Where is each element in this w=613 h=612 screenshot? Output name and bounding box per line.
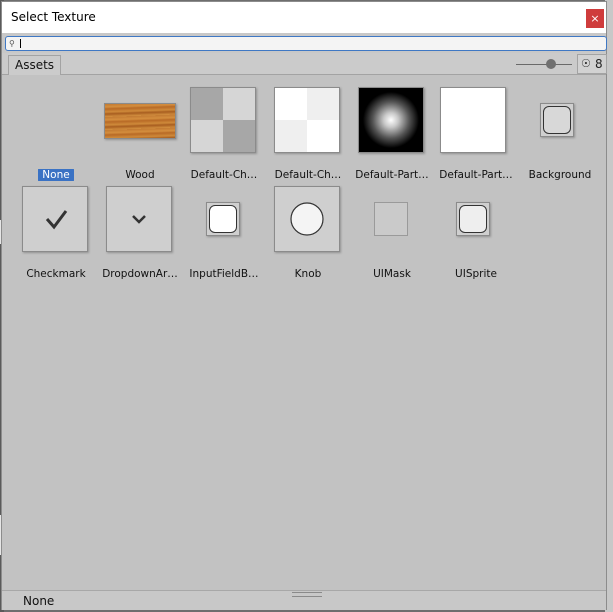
asset-item-knob[interactable]: Knob: [266, 186, 350, 282]
hidden-packages-toggle[interactable]: ☉ 8: [577, 54, 607, 74]
asset-label: Checkmark: [26, 268, 86, 280]
asset-grid: None Wood Default-Ch… Default-Ch… Defaul: [2, 75, 606, 590]
chevron-down-icon: [132, 215, 146, 224]
tab-assets[interactable]: Assets: [8, 55, 62, 75]
checker-white-thumbnail: [274, 87, 340, 153]
asset-item-uimask[interactable]: UIMask: [350, 186, 434, 282]
asset-item-default-checker-gray[interactable]: Default-Ch…: [182, 87, 266, 183]
checker-gray-thumbnail: [190, 87, 256, 153]
checkmark-icon: [45, 210, 68, 230]
search-input[interactable]: [24, 37, 584, 50]
eye-slash-icon: ☉: [581, 57, 591, 70]
window-title: Select Texture: [11, 10, 96, 24]
asset-item-default-particle[interactable]: Default-Part…: [350, 87, 434, 183]
uimask-thumbnail: [374, 202, 408, 236]
thumbnail-frame: [14, 186, 98, 262]
search-field[interactable]: ⚲: [5, 36, 607, 51]
asset-label: Default-Ch…: [190, 169, 258, 181]
asset-label: InputFieldB…: [189, 268, 259, 280]
thumbnail-frame: [266, 87, 350, 163]
asset-item-wood[interactable]: Wood: [98, 87, 182, 183]
none-thumbnail: [14, 87, 98, 163]
thumbnail-frame: [518, 87, 602, 163]
asset-label: None: [10, 169, 102, 181]
hidden-count: 8: [595, 57, 603, 71]
thumbnail-frame: [434, 87, 518, 163]
rounded-box-icon: [209, 205, 237, 233]
thumbnail-frame: [182, 186, 266, 262]
thumbnail-frame: [434, 186, 518, 262]
thumbnail-frame: [182, 87, 266, 163]
search-icon: ⚲: [9, 39, 15, 48]
knob-circle-icon: [290, 202, 324, 236]
wood-texture-thumbnail: [104, 103, 176, 139]
asset-item-checkmark[interactable]: Checkmark: [14, 186, 98, 282]
dropdown-arrow-thumbnail: [106, 186, 172, 252]
asset-item-uisprite[interactable]: UISprite: [434, 186, 518, 282]
asset-label: UISprite: [455, 268, 497, 280]
asset-item-dropdown-arrow[interactable]: DropdownAr…: [98, 186, 182, 282]
asset-label: Wood: [125, 169, 155, 181]
thumbnail-frame: [98, 87, 182, 163]
rounded-box-icon: [543, 106, 571, 134]
background-thumbnail: [540, 103, 574, 137]
thumbnail-frame: [266, 186, 350, 262]
title-bar[interactable]: Select Texture ×: [2, 2, 606, 33]
asset-label: Default-Part…: [439, 169, 513, 181]
asset-label: DropdownAr…: [102, 268, 178, 280]
resize-grip[interactable]: [292, 592, 322, 597]
text-caret: [20, 39, 21, 48]
search-row: ⚲: [2, 33, 607, 53]
thumbnail-frame: [98, 186, 182, 262]
inputfield-thumbnail: [206, 202, 240, 236]
size-slider-thumb[interactable]: [545, 59, 556, 69]
asset-item-none[interactable]: None: [14, 87, 98, 183]
asset-label: Knob: [294, 268, 322, 280]
asset-label: Background: [528, 169, 592, 181]
asset-item-default-particle-white[interactable]: Default-Part…: [434, 87, 518, 183]
status-bar: None: [2, 590, 606, 610]
asset-item-inputfield-background[interactable]: InputFieldB…: [182, 186, 266, 282]
checkmark-thumbnail: [22, 186, 88, 252]
particle-thumbnail: [358, 87, 424, 153]
thumbnail-frame: [350, 186, 434, 262]
size-slider-track[interactable]: [516, 64, 572, 65]
asset-label: Default-Ch…: [274, 169, 342, 181]
uisprite-thumbnail: [456, 202, 490, 236]
select-texture-window: Select Texture × ⚲ Assets ☉ 8 None Wood: [1, 1, 607, 610]
knob-thumbnail: [274, 186, 340, 252]
white-thumbnail: [440, 87, 506, 153]
asset-label: UIMask: [373, 268, 411, 280]
thumbnail-frame: [350, 87, 434, 163]
selected-asset-status: None: [23, 594, 55, 608]
asset-item-default-checker-white[interactable]: Default-Ch…: [266, 87, 350, 183]
rounded-box-icon: [459, 205, 487, 233]
asset-item-background[interactable]: Background: [518, 87, 602, 183]
tab-bar: Assets ☉ 8: [2, 53, 607, 75]
asset-label: Default-Part…: [355, 169, 429, 181]
close-button[interactable]: ×: [586, 9, 604, 28]
